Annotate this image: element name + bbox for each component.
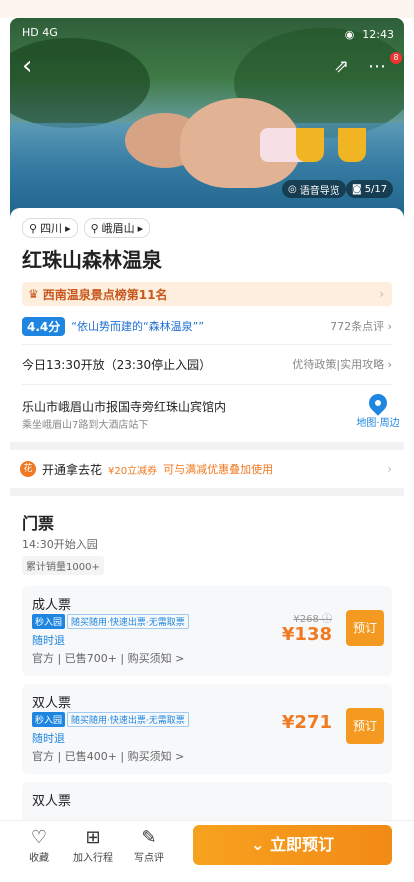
score-badge: 4.4分 bbox=[22, 316, 66, 336]
page: HD 4G ◉ 12:43 ‹ ⇗ ⋯ 8 ◎ 语音导览 ◙ 5/17 ⚲ 四川… bbox=[0, 0, 414, 882]
section-divider bbox=[10, 488, 404, 496]
rating-quote: “依山势而建的“森林温泉”” bbox=[71, 320, 205, 333]
audio-guide-label: 语音导览 bbox=[299, 185, 340, 197]
status-bar: HD 4G ◉ 12:43 bbox=[22, 26, 394, 42]
province-label: 四川 bbox=[40, 222, 63, 235]
book-button[interactable]: 预订 bbox=[346, 708, 384, 744]
info-card: ⚲ 四川 ▸ ⚲ 峨眉山 ▸ 红珠山森林温泉 ♛ 西南温泉景点榜第11名 › 4… bbox=[10, 208, 404, 448]
location-province[interactable]: ⚲ 四川 ▸ bbox=[22, 218, 78, 238]
chevron-right-icon: › bbox=[387, 462, 392, 476]
more-button[interactable]: ⋯ bbox=[368, 56, 390, 78]
city-label: 峨眉山 bbox=[101, 222, 135, 235]
add-itinerary-button[interactable]: ⊞ 加入行程 bbox=[68, 827, 118, 864]
ticket-name: 成人票 bbox=[32, 598, 72, 613]
policy-text: 优待政策|实用攻略 bbox=[292, 358, 385, 371]
status-time: 12:43 bbox=[362, 27, 394, 41]
caret-right-icon: ▸ bbox=[137, 221, 144, 235]
review-count: 772条点评 › bbox=[330, 320, 392, 333]
audio-guide-button[interactable]: ◎ 语音导览 bbox=[282, 180, 346, 198]
favorite-label: 收藏 bbox=[29, 853, 49, 864]
map-label: 地图·周边 bbox=[356, 418, 400, 429]
review-label: 写点评 bbox=[134, 853, 164, 864]
bottom-bar: ♡ 收藏 ⊞ 加入行程 ✎ 写点评 ⌄ 立即预订 bbox=[0, 820, 414, 882]
heart-icon: ♡ bbox=[30, 827, 48, 848]
itinerary-label: 加入行程 bbox=[73, 853, 113, 864]
status-left: HD 4G bbox=[22, 26, 58, 39]
opening-hours[interactable]: 今日13:30开放（23:30停止入园） 优待政策|实用攻略 › bbox=[22, 356, 392, 373]
tickets-section: 门票 14:30开始入园 累计销量1000+ 成人票 秒入园 随买随用·快速出票… bbox=[10, 500, 404, 822]
photo-count: 5/17 bbox=[364, 183, 388, 195]
review-count-text: 772条点评 bbox=[330, 320, 385, 333]
book-button[interactable]: 预订 bbox=[346, 610, 384, 646]
photo-count-button[interactable]: ◙ 5/17 bbox=[346, 180, 394, 198]
ticket-card[interactable]: 成人票 秒入园 随买随用·快速出票·无需取票 随时退 官方 | 已售700+ |… bbox=[22, 586, 392, 676]
promo-banner[interactable]: 花 开通拿去花 ¥20立减券 可与满减优惠叠加使用 › bbox=[10, 452, 404, 486]
ticket-tags: 秒入园 随买随用·快速出票·无需取票 bbox=[32, 712, 189, 727]
tag-instant: 秒入园 bbox=[32, 614, 66, 629]
hours-text: 今日13:30开放（23:30停止入园） bbox=[22, 358, 212, 372]
pin-icon: ⚲ bbox=[29, 221, 38, 235]
wifi-icon: ◉ bbox=[344, 27, 355, 41]
ranking-banner[interactable]: ♛ 西南温泉景点榜第11名 › bbox=[22, 282, 392, 306]
drink-glass bbox=[296, 128, 324, 162]
chevron-right-icon: › bbox=[379, 287, 384, 301]
double-chevron-down-icon: ⌄ bbox=[251, 835, 270, 854]
more-icon: ⋯ bbox=[368, 56, 386, 77]
page-title: 红珠山森林温泉 bbox=[22, 248, 162, 272]
camera-icon: ◙ bbox=[352, 183, 362, 195]
back-button[interactable]: ‹ bbox=[22, 51, 46, 81]
map-pin-icon bbox=[365, 390, 391, 416]
pin-icon: ⚲ bbox=[90, 221, 99, 235]
drink-glass bbox=[338, 128, 366, 162]
trophy-icon: ♛ bbox=[28, 287, 39, 301]
write-review-button[interactable]: ✎ 写点评 bbox=[124, 827, 174, 864]
price: ¥138 bbox=[281, 624, 332, 645]
ranking-text: 西南温泉景点榜第11名 bbox=[42, 287, 168, 302]
location-city[interactable]: ⚲ 峨眉山 ▸ bbox=[83, 218, 151, 238]
ticket-tags: 秒入园 随买随用·快速出票·无需取票 bbox=[32, 614, 189, 629]
chevron-left-icon: ‹ bbox=[22, 51, 33, 81]
top-strip bbox=[0, 0, 414, 18]
entry-time: 14:30开始入园 bbox=[22, 538, 98, 551]
map-button[interactable]: 地图·周边 bbox=[354, 390, 402, 434]
sales-count: 累计销量1000+ bbox=[22, 556, 104, 575]
price: ¥271 bbox=[281, 712, 332, 733]
headphone-icon: ◎ bbox=[288, 183, 297, 195]
refund-policy: 随时退 bbox=[32, 634, 65, 647]
calendar-plus-icon: ⊞ bbox=[85, 827, 101, 848]
ticket-meta[interactable]: 官方 | 已售700+ | 购买须知 > bbox=[32, 650, 184, 666]
promo-desc: 可与满减优惠叠加使用 bbox=[163, 463, 274, 476]
notification-badge: 8 bbox=[390, 52, 402, 64]
naquhua-logo-icon: 花 bbox=[20, 461, 36, 477]
tag-features: 随买随用·快速出票·无需取票 bbox=[67, 712, 189, 727]
book-now-button[interactable]: ⌄ 立即预订 bbox=[193, 825, 392, 865]
tickets-title: 门票 bbox=[22, 514, 55, 533]
breadcrumb: ⚲ 四川 ▸ ⚲ 峨眉山 ▸ bbox=[22, 218, 151, 238]
rating-row[interactable]: 4.4分 “依山势而建的“森林温泉”” 772条点评 › bbox=[22, 316, 392, 336]
refund-policy: 随时退 bbox=[32, 732, 65, 745]
share-icon: ⇗ bbox=[334, 56, 350, 77]
share-button[interactable]: ⇗ bbox=[334, 56, 356, 78]
book-now-label: 立即预订 bbox=[269, 835, 334, 854]
address-transit: 乘坐峨眉山7路到大酒店站下 bbox=[22, 420, 149, 431]
divider bbox=[22, 344, 392, 345]
ticket-card[interactable]: 双人票 bbox=[22, 782, 392, 822]
original-price: ¥268 ⓘ bbox=[293, 610, 332, 625]
ticket-card[interactable]: 双人票 秒入园 随买随用·快速出票·无需取票 随时退 官方 | 已售400+ |… bbox=[22, 684, 392, 774]
ticket-name: 双人票 bbox=[32, 696, 72, 711]
caret-right-icon: ▸ bbox=[65, 221, 71, 235]
promo-name: 开通拿去花 bbox=[42, 462, 103, 477]
promo-coupon: ¥20立减券 bbox=[108, 465, 158, 477]
divider bbox=[22, 384, 392, 385]
ticket-name: 双人票 bbox=[32, 794, 72, 809]
favorite-button[interactable]: ♡ 收藏 bbox=[14, 827, 64, 864]
section-divider bbox=[10, 442, 404, 450]
tag-instant: 秒入园 bbox=[32, 712, 66, 727]
tag-features: 随买随用·快速出票·无需取票 bbox=[67, 614, 189, 629]
pen-icon: ✎ bbox=[141, 827, 157, 848]
ticket-meta[interactable]: 官方 | 已售400+ | 购买须知 > bbox=[32, 748, 184, 764]
address: 乐山市峨眉山市报国寺旁红珠山宾馆内 bbox=[22, 400, 227, 414]
policy-link[interactable]: 优待政策|实用攻略 › bbox=[292, 356, 392, 372]
